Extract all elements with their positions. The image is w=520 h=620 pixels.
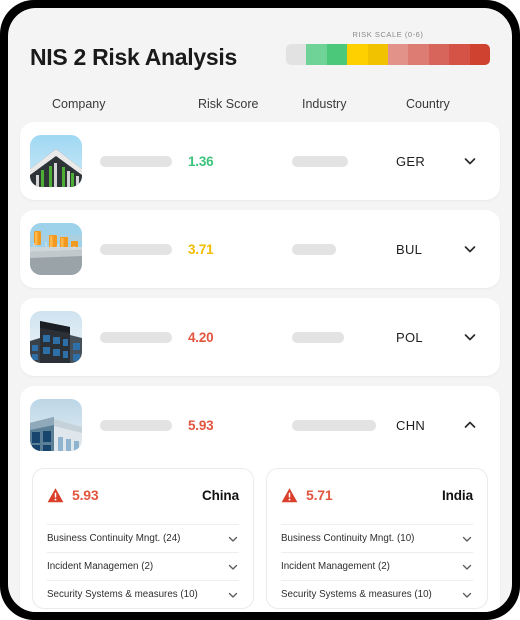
detail-accordion-item[interactable]: Security Systems & measures (10): [47, 580, 239, 608]
table-row[interactable]: 5.93 CHN 5.93 China Business Continuity …: [20, 386, 500, 612]
app-screen: NIS 2 Risk Analysis RISK SCALE (0-6) Com…: [8, 8, 512, 612]
chevron-up-icon[interactable]: [462, 417, 478, 433]
detail-item-label: Security Systems & measures (10): [47, 589, 198, 600]
company-name-placeholder: [100, 155, 172, 167]
table-column-headers: Company Risk Score Industry Country: [8, 86, 512, 122]
country-code: CHN: [396, 417, 426, 433]
cell-industry: [292, 419, 396, 431]
chevron-down-icon[interactable]: [462, 241, 478, 257]
detail-item-label: Security Systems & measures (10): [281, 589, 432, 600]
chevron-down-icon[interactable]: [227, 589, 239, 601]
country-code: GER: [396, 153, 426, 169]
risk-scale-segment-1: [306, 44, 327, 65]
detail-accordion-item[interactable]: Security Systems & measures (10): [281, 580, 473, 608]
chevron-down-icon[interactable]: [461, 533, 473, 545]
cell-risk-score: 1.36: [188, 153, 214, 169]
risk-scale-segment-3: [347, 44, 368, 65]
chevron-down-icon[interactable]: [227, 561, 239, 573]
cell-company: [30, 399, 188, 451]
cell-country: POL: [396, 329, 490, 345]
table-row-summary[interactable]: 3.71 BUL: [20, 210, 500, 288]
chevron-down-icon[interactable]: [462, 329, 478, 345]
industry-placeholder: [292, 243, 336, 255]
table-row[interactable]: 1.36 GER: [20, 122, 500, 200]
cell-risk-score: 3.71: [188, 241, 214, 257]
detail-card-header: 5.93 China: [47, 482, 239, 508]
detail-accordion-item[interactable]: Business Continuity Mngt. (10): [281, 524, 473, 552]
cell-industry: [292, 155, 396, 167]
company-thumbnail-industrial-orange-tanks: [30, 223, 82, 275]
country-detail-card: 5.71 India Business Continuity Mngt. (10…: [266, 468, 488, 609]
country-code: BUL: [396, 241, 423, 257]
company-thumbnail-dark-modern-building: [30, 311, 82, 363]
country-detail-card: 5.93 China Business Continuity Mngt. (24…: [32, 468, 254, 609]
cell-country: CHN: [396, 417, 490, 433]
risk-scale-segment-9: [469, 44, 490, 65]
cell-risk-score: 4.20: [188, 329, 214, 345]
warning-triangle-icon: [281, 487, 298, 504]
device-frame: NIS 2 Risk Analysis RISK SCALE (0-6) Com…: [0, 0, 520, 620]
table-row-summary[interactable]: 4.20 POL: [20, 298, 500, 376]
chevron-down-icon[interactable]: [461, 561, 473, 573]
detail-item-label: Business Continuity Mngt. (24): [47, 533, 181, 544]
table-row[interactable]: 3.71 BUL: [20, 210, 500, 288]
warning-triangle-icon: [47, 487, 64, 504]
column-header-country: Country: [406, 97, 450, 111]
detail-accordion-item[interactable]: Incident Managemen (2): [47, 552, 239, 580]
cell-risk-score: 5.93: [188, 417, 214, 433]
cell-company: [30, 135, 188, 187]
column-header-risk-score: Risk Score: [198, 97, 259, 111]
detail-accordion-item[interactable]: Incident Management (2): [281, 552, 473, 580]
risk-scale-segment-0: [286, 44, 307, 65]
company-thumbnail-blue-office-building: [30, 399, 82, 451]
risk-scale-segment-4: [367, 44, 389, 65]
company-thumbnail-building-green-facade: [30, 135, 82, 187]
risk-table: 1.36 GER 3.71 BUL 4.20 POL 5.93 CHN 5.93…: [8, 122, 512, 612]
table-row-summary[interactable]: 5.93 CHN: [20, 386, 500, 464]
risk-scale-segment-8: [449, 44, 470, 65]
risk-scale-label: RISK SCALE (0-6): [352, 30, 424, 39]
risk-scale-legend: RISK SCALE (0-6): [286, 30, 490, 65]
chevron-down-icon[interactable]: [227, 533, 239, 545]
cell-industry: [292, 331, 396, 343]
risk-scale-segment-6: [408, 44, 429, 65]
company-name-placeholder: [100, 331, 172, 343]
cell-company: [30, 223, 188, 275]
detail-card-header: 5.71 India: [281, 482, 473, 508]
risk-scale-segment-5: [388, 44, 409, 65]
chevron-down-icon[interactable]: [462, 153, 478, 169]
cell-country: GER: [396, 153, 490, 169]
cell-industry: [292, 243, 396, 255]
chevron-down-icon[interactable]: [461, 589, 473, 601]
detail-country-name: India: [441, 487, 473, 503]
industry-placeholder: [292, 419, 376, 431]
detail-risk-score: 5.93: [72, 487, 99, 503]
page-header: NIS 2 Risk Analysis RISK SCALE (0-6): [8, 8, 512, 86]
column-header-company: Company: [52, 97, 106, 111]
risk-scale-segment-2: [326, 44, 348, 65]
column-header-industry: Industry: [302, 97, 347, 111]
cell-company: [30, 311, 188, 363]
company-name-placeholder: [100, 243, 172, 255]
table-row-summary[interactable]: 1.36 GER: [20, 122, 500, 200]
company-name-placeholder: [100, 419, 172, 431]
industry-placeholder: [292, 155, 348, 167]
table-row[interactable]: 4.20 POL: [20, 298, 500, 376]
detail-country-name: China: [201, 487, 239, 503]
detail-item-label: Incident Management (2): [281, 561, 390, 572]
risk-scale-bar: [286, 44, 490, 65]
detail-item-label: Incident Managemen (2): [47, 561, 154, 572]
detail-item-label: Business Continuity Mngt. (10): [281, 533, 415, 544]
row-expanded-panel: 5.93 China Business Continuity Mngt. (24…: [20, 464, 500, 612]
detail-accordion-item[interactable]: Business Continuity Mngt. (24): [47, 524, 239, 552]
risk-scale-segment-7: [428, 44, 450, 65]
cell-country: BUL: [396, 241, 490, 257]
country-code: POL: [396, 329, 423, 345]
industry-placeholder: [292, 331, 344, 343]
detail-risk-score: 5.71: [306, 487, 333, 503]
